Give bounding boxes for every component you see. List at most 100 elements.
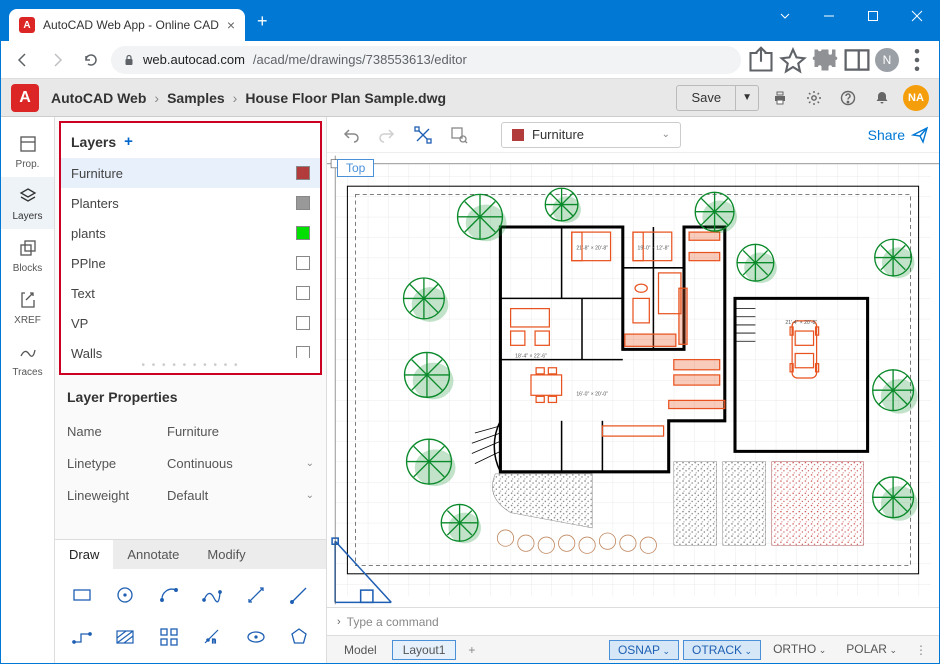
settings-icon[interactable] [801, 85, 827, 111]
tool-spline[interactable] [194, 579, 232, 611]
command-line[interactable]: › Type a command [327, 607, 939, 635]
autocad-logo[interactable]: A [11, 84, 39, 112]
layer-color-swatch [296, 256, 310, 270]
breadcrumb-item[interactable]: AutoCAD Web [51, 90, 146, 106]
breadcrumb-item[interactable]: House Floor Plan Sample.dwg [245, 90, 446, 106]
left-rail: Prop. Layers Blocks XREF Traces [1, 117, 55, 663]
tab-modify[interactable]: Modify [193, 540, 259, 569]
rail-layers[interactable]: Layers [1, 177, 54, 229]
add-layout-button[interactable]: + [460, 643, 483, 657]
url-path: /acad/me/drawings/738553613/editor [253, 52, 467, 67]
browser-menu-icon[interactable] [903, 46, 931, 74]
tool-ellipse[interactable] [237, 621, 275, 653]
sidepanel-icon[interactable] [843, 46, 871, 74]
status-toggle-osnap[interactable]: OSNAP ⌄ [609, 640, 679, 660]
browser-tab[interactable]: A AutoCAD Web App - Online CAD × [9, 9, 245, 41]
rail-prop[interactable]: Prop. [1, 125, 54, 177]
notifications-icon[interactable] [869, 85, 895, 111]
status-tab-model[interactable]: Model [333, 640, 388, 660]
drawing-canvas[interactable]: 21'-8" × 20'-8" 19'-0" × 12'-8" 18'-4" ×… [327, 153, 939, 607]
tool-ray[interactable] [281, 579, 319, 611]
tool-hatch[interactable] [107, 621, 145, 653]
extensions-icon[interactable] [811, 46, 839, 74]
share-page-icon[interactable] [747, 46, 775, 74]
rail-blocks[interactable]: Blocks [1, 229, 54, 281]
layer-color-swatch [512, 129, 524, 141]
rail-traces[interactable]: Traces [1, 333, 54, 385]
layer-row[interactable]: Planters [61, 188, 320, 218]
url-input[interactable]: web.autocad.com/acad/me/drawings/7385536… [111, 46, 741, 74]
save-button-group: Save ▼ [676, 85, 759, 111]
layer-name: Planters [71, 196, 119, 211]
user-avatar[interactable]: NA [903, 85, 929, 111]
save-button[interactable]: Save [677, 86, 735, 110]
status-toggle-otrack[interactable]: OTRACK ⌄ [683, 640, 761, 660]
redo-icon[interactable] [373, 121, 401, 149]
tab-draw[interactable]: Draw [55, 540, 113, 569]
app-header: A AutoCAD Web › Samples › House Floor Pl… [1, 79, 939, 117]
add-layer-button[interactable]: + [124, 133, 133, 150]
select-tool-icon[interactable] [409, 121, 437, 149]
layers-title: Layers [71, 134, 116, 150]
property-row[interactable]: LinetypeContinuous⌄ [67, 447, 314, 479]
tool-polygon[interactable] [281, 621, 319, 653]
layer-color-swatch [296, 286, 310, 300]
new-tab-button[interactable]: + [245, 11, 280, 32]
status-toggle-ortho[interactable]: ORTHO ⌄ [765, 640, 834, 660]
layer-name: Walls [71, 346, 102, 359]
view-label[interactable]: Top [337, 159, 374, 177]
tab-title: AutoCAD Web App - Online CAD [43, 18, 219, 32]
browser-title-bar: A AutoCAD Web App - Online CAD × + [1, 1, 939, 41]
nav-forward-icon[interactable] [43, 46, 71, 74]
nav-back-icon[interactable] [9, 46, 37, 74]
caret-down-icon[interactable] [763, 1, 807, 31]
property-value: Continuous [167, 456, 306, 471]
share-button[interactable]: Share [868, 126, 929, 144]
layer-name: Text [71, 286, 95, 301]
status-menu-icon[interactable]: ⋮ [909, 643, 933, 657]
layer-row[interactable]: VP [61, 308, 320, 338]
layer-row[interactable]: Text [61, 278, 320, 308]
property-row[interactable]: LineweightDefault⌄ [67, 479, 314, 511]
layer-row[interactable]: PPlne [61, 248, 320, 278]
lock-icon [123, 54, 135, 66]
current-layer-selector[interactable]: Furniture ⌄ [501, 122, 681, 148]
layer-name: PPlne [71, 256, 106, 271]
side-panel: Layers + Furniture Planters plants PPlne Tex… [55, 117, 327, 663]
status-tab-layout1[interactable]: Layout1 [392, 640, 457, 660]
profile-avatar[interactable]: N [875, 48, 899, 72]
minimize-icon[interactable] [807, 1, 851, 31]
paper-plane-icon [911, 126, 929, 144]
tool-array[interactable] [150, 621, 188, 653]
status-toggle-polar[interactable]: POLAR ⌄ [838, 640, 905, 660]
bookmark-icon[interactable] [779, 46, 807, 74]
rail-xref[interactable]: XREF [1, 281, 54, 333]
tool-circle[interactable] [107, 579, 145, 611]
traces-icon [17, 341, 39, 363]
nav-reload-icon[interactable] [77, 46, 105, 74]
layer-row[interactable]: Walls [61, 338, 320, 358]
tool-rectangle[interactable] [63, 579, 101, 611]
property-row: NameFurniture [67, 415, 314, 447]
tool-line[interactable] [237, 579, 275, 611]
layer-row[interactable]: plants [61, 218, 320, 248]
svg-text:21'-8" × 20'-8": 21'-8" × 20'-8" [576, 245, 608, 251]
tab-annotate[interactable]: Annotate [113, 540, 193, 569]
chevron-down-icon: ⌄ [662, 129, 670, 140]
property-value: Furniture [167, 424, 314, 439]
window-close-icon[interactable] [895, 1, 939, 31]
help-icon[interactable] [835, 85, 861, 111]
tab-close-icon[interactable]: × [227, 17, 235, 33]
properties-icon [17, 133, 39, 155]
save-dropdown-icon[interactable]: ▼ [735, 86, 758, 110]
tool-arc[interactable] [150, 579, 188, 611]
layers-resize-handle[interactable]: • • • • • • • • • • [61, 358, 320, 373]
tool-point[interactable]: n [194, 621, 232, 653]
breadcrumb-item[interactable]: Samples [167, 90, 225, 106]
tool-polyline[interactable] [63, 621, 101, 653]
maximize-icon[interactable] [851, 1, 895, 31]
print-icon[interactable] [767, 85, 793, 111]
zoom-region-icon[interactable] [445, 121, 473, 149]
undo-icon[interactable] [337, 121, 365, 149]
layer-row[interactable]: Furniture [61, 158, 320, 188]
